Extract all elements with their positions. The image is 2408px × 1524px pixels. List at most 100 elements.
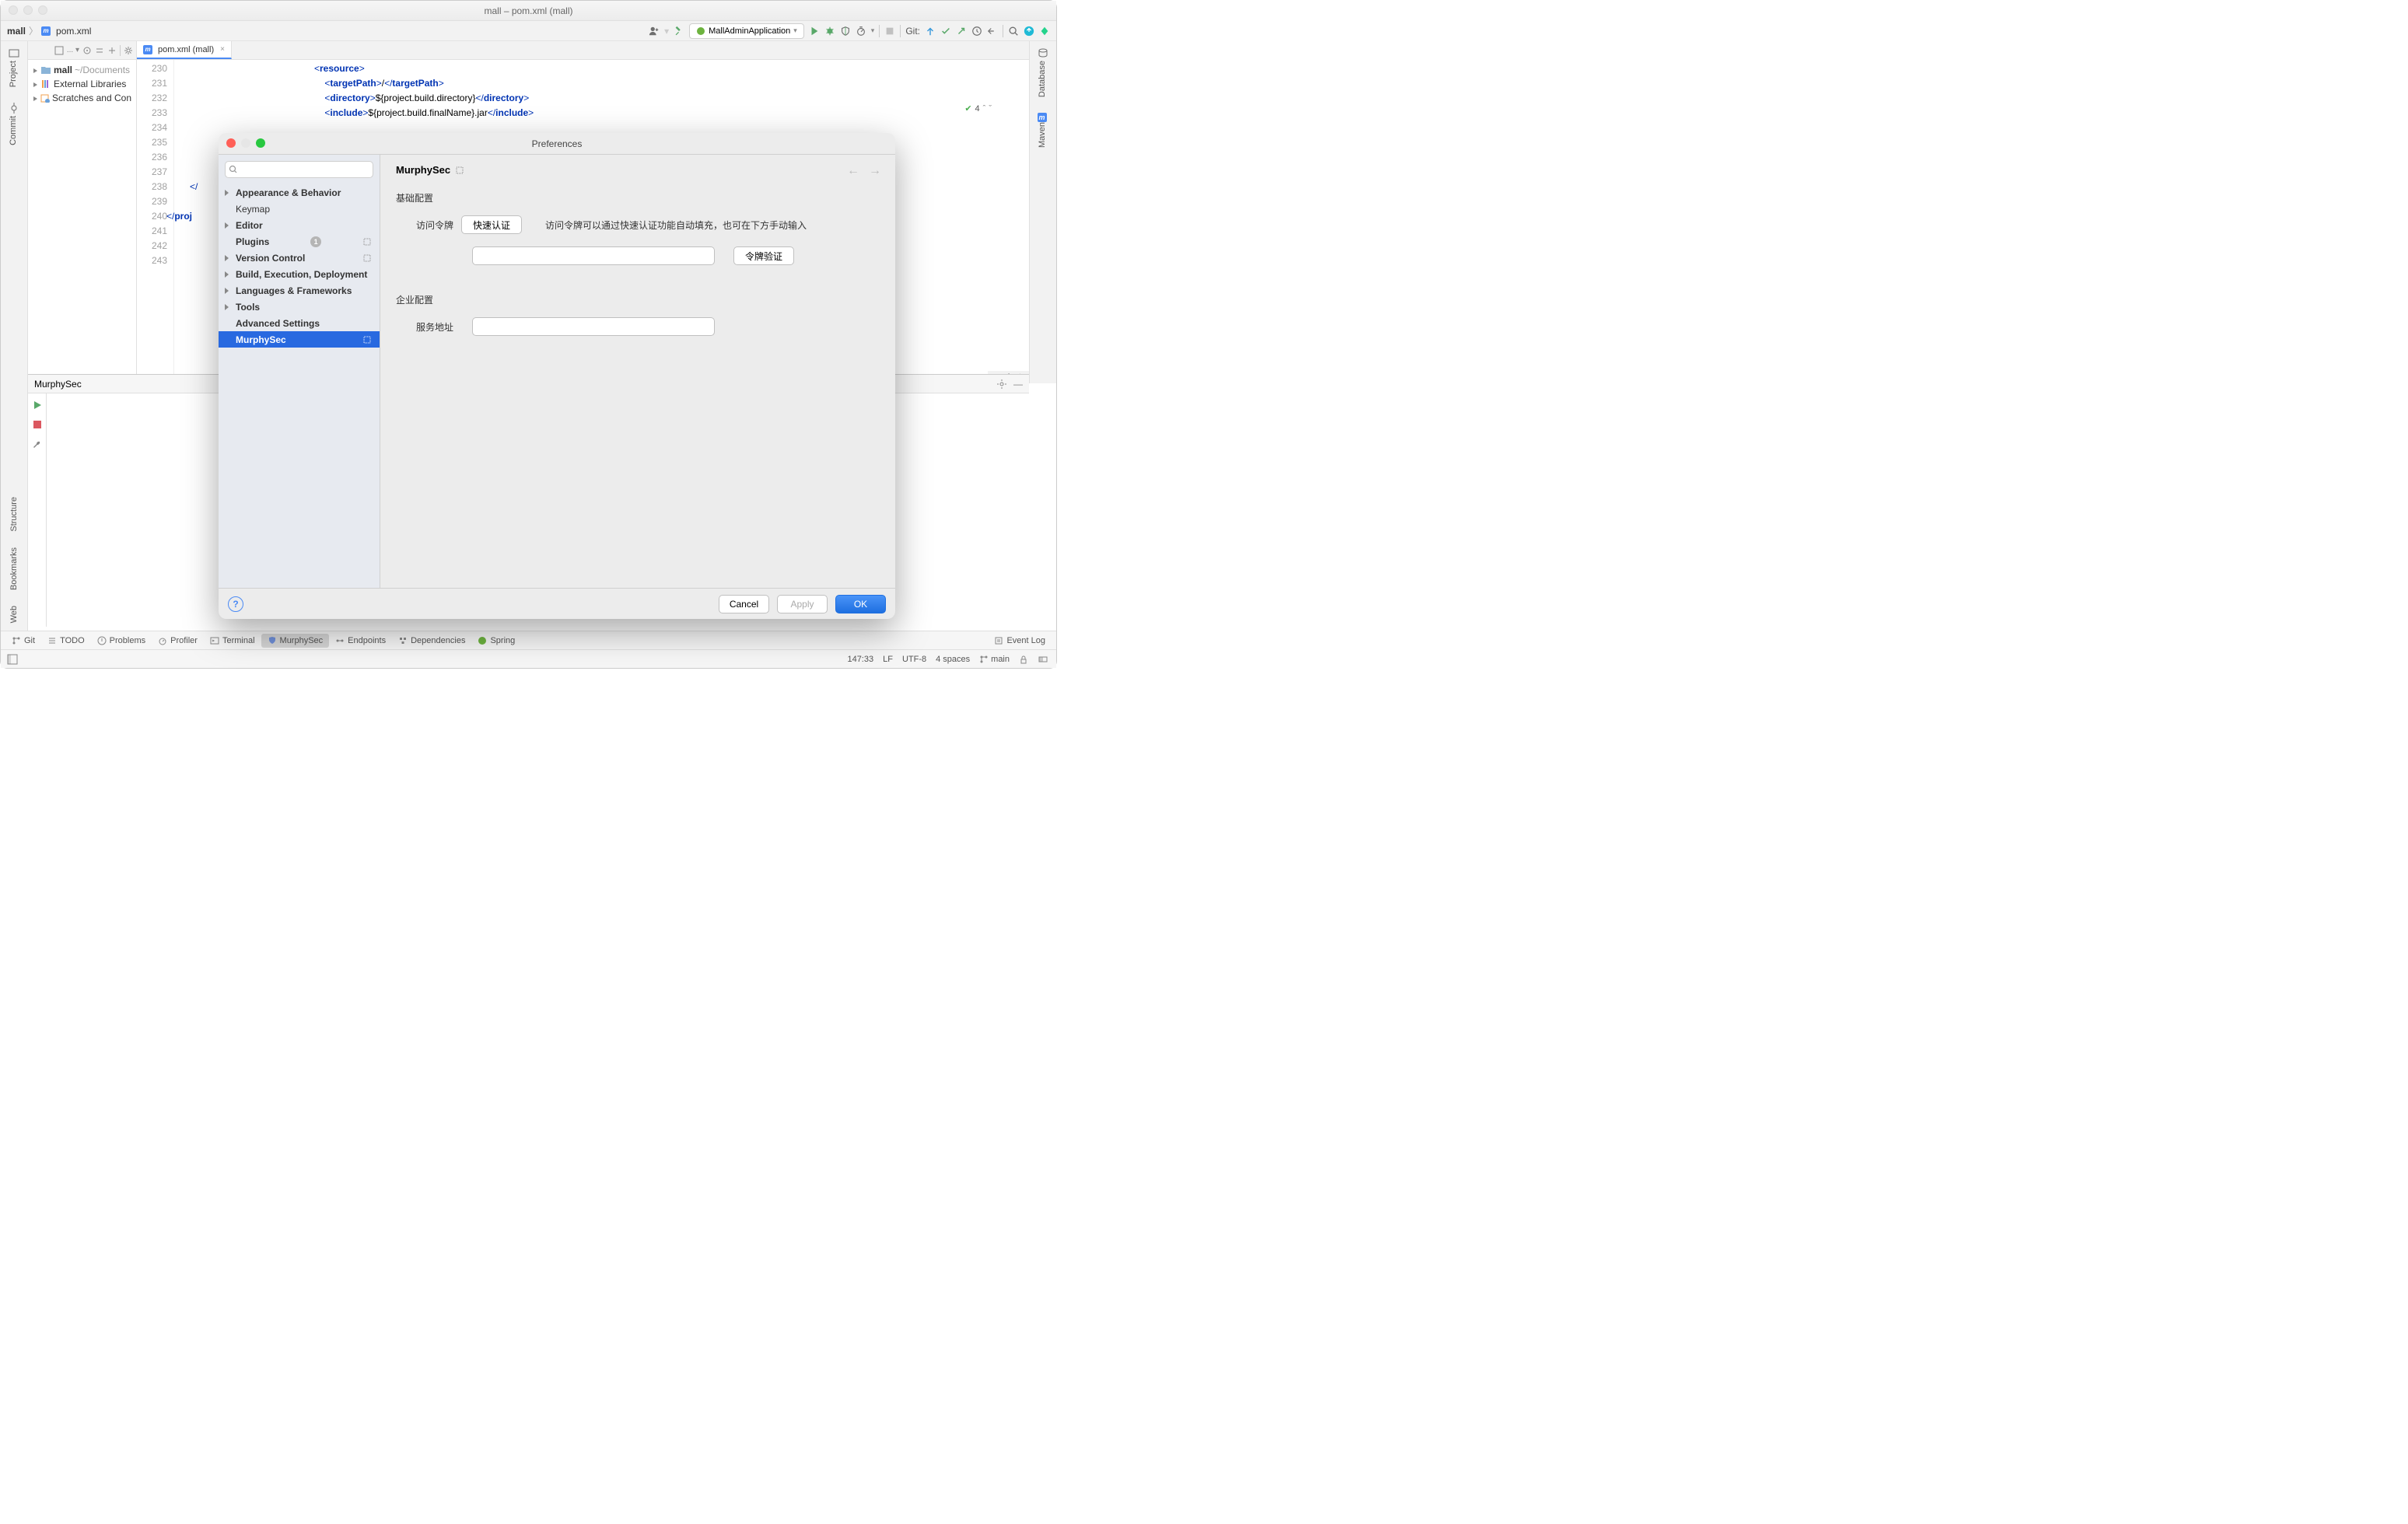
tool-eventlog[interactable]: Event Log [988,634,1052,648]
project-tree[interactable]: mall ~/Documents External Libraries Scra… [28,60,136,108]
list-icon [47,636,57,645]
close-dot[interactable] [9,5,18,15]
vcs-rollback-icon[interactable] [987,26,998,37]
gear-icon[interactable] [996,379,1007,390]
vcs-update-icon[interactable] [925,26,936,37]
ide-update-icon[interactable] [1024,26,1034,37]
run-config-selector[interactable]: MallAdminApplication ▾ [689,23,804,39]
tokenverify-button[interactable]: 令牌验证 [733,246,794,265]
tool-action-column [28,393,47,627]
dialog-close-dot[interactable] [226,138,236,148]
tree-scratches[interactable]: Scratches and Con [30,91,135,105]
collapse-all-icon[interactable] [107,46,117,55]
cat-build[interactable]: Build, Execution, Deployment [219,266,380,282]
cat-murphysec[interactable]: MurphySec [219,331,380,348]
server-input[interactable] [472,317,715,336]
cat-advanced[interactable]: Advanced Settings [219,315,380,331]
breadcrumb[interactable]: mall 〉 m pom.xml [7,24,91,37]
category-list[interactable]: Appearance & Behavior Keymap Editor Plug… [219,184,380,588]
stop-icon[interactable] [33,420,42,429]
line-ending[interactable]: LF [883,655,893,664]
expand-all-icon[interactable] [95,46,104,55]
inspection-widget[interactable]: ✔ 4 ˆ ˇ [964,103,992,114]
forward-icon[interactable]: → [869,164,881,178]
help-button[interactable]: ? [228,596,243,612]
editor-tab-pom[interactable]: m pom.xml (mall) × [137,41,232,59]
user-add-icon[interactable] [649,26,660,37]
preferences-dialog: Preferences Appearance & Behavior Keymap… [219,133,895,619]
tree-ext-libs[interactable]: External Libraries [30,77,135,91]
cat-tools[interactable]: Tools [219,299,380,315]
encoding[interactable]: UTF-8 [902,655,926,664]
cat-appearance[interactable]: Appearance & Behavior [219,184,380,201]
select-opened-icon[interactable] [54,46,64,55]
breadcrumb-project[interactable]: mall [7,26,26,37]
caret-position[interactable]: 147:33 [847,655,873,664]
wrench-icon[interactable] [32,439,43,449]
cat-plugins[interactable]: Plugins1 [219,233,380,250]
bookmarks-tab[interactable]: Bookmarks [9,547,19,590]
cancel-button[interactable]: Cancel [719,595,769,613]
back-icon[interactable]: ← [847,164,859,178]
code-with-me-icon[interactable] [1039,26,1050,37]
chevron-right-icon [33,68,38,73]
apply-button[interactable]: Apply [777,595,828,613]
minimize-dot[interactable] [23,5,33,15]
tool-dependencies[interactable]: Dependencies [392,634,471,648]
breadcrumb-file[interactable]: pom.xml [56,26,91,37]
ok-button[interactable]: OK [835,595,886,613]
settings-gear-icon[interactable] [124,46,133,55]
cat-keymap[interactable]: Keymap [219,201,380,217]
commit-tab[interactable]: Commit [9,103,19,145]
search-input[interactable] [225,161,373,178]
branch-widget[interactable]: main [979,655,1010,664]
web-tab[interactable]: Web [9,606,19,623]
lock-icon[interactable] [1019,655,1028,664]
structure-tab[interactable]: Structure [9,497,19,532]
profiler-run-icon[interactable] [856,26,866,37]
window-title: mall – pom.xml (mall) [484,5,572,16]
cat-editor[interactable]: Editor [219,217,380,233]
navigation-bar: mall 〉 m pom.xml ▾ MallAdminApplication … [1,21,1056,41]
hide-icon[interactable]: — [1013,379,1023,390]
run-icon[interactable] [32,400,43,411]
vcs-push-icon[interactable] [956,26,967,37]
toolwindows-icon[interactable] [7,654,18,665]
token-input[interactable] [472,246,715,265]
database-tab[interactable]: Database [1038,47,1048,97]
run-icon[interactable] [809,26,820,37]
coverage-icon[interactable] [840,26,851,37]
maven-tab[interactable]: mMaven [1038,113,1049,148]
zoom-dot[interactable] [38,5,47,15]
locate-icon[interactable] [82,46,92,55]
tool-profiler[interactable]: Profiler [152,634,204,648]
mem-indicator-icon[interactable] [1038,654,1048,665]
cat-lang[interactable]: Languages & Frameworks [219,282,380,299]
build-hammer-icon[interactable] [674,26,684,37]
chevron-up-icon[interactable]: ˆ [983,104,986,114]
search-everywhere-icon[interactable] [1008,26,1019,37]
cat-vcs[interactable]: Version Control [219,250,380,266]
tool-terminal[interactable]: Terminal [204,634,261,648]
chevron-down-icon[interactable]: ˇ [989,104,992,114]
tree-root[interactable]: mall ~/Documents [30,63,135,77]
tool-todo[interactable]: TODO [41,634,91,648]
close-icon[interactable]: × [220,45,225,54]
project-tab[interactable]: Project [9,47,19,87]
tool-murphysec[interactable]: MurphySec [261,634,330,648]
run-more-icon[interactable]: ▾ [871,26,875,35]
quickauth-button[interactable]: 快速认证 [461,215,522,234]
tool-spring[interactable]: Spring [471,634,521,648]
indent[interactable]: 4 spaces [936,655,970,664]
vcs-commit-icon[interactable] [940,26,951,37]
tool-problems[interactable]: Problems [91,634,152,648]
vcs-history-icon[interactable] [971,26,982,37]
folder-icon [40,65,51,75]
tool-git[interactable]: Git [5,634,41,648]
debug-icon[interactable] [824,26,835,37]
dialog-zoom-dot[interactable] [256,138,265,148]
tool-endpoints[interactable]: Endpoints [329,634,392,648]
project-view-dropdown[interactable]: ... ▾ [67,46,79,54]
dialog-min-dot [241,138,250,148]
line-gutter: 2302312322332342352362372382392402412422… [137,60,174,383]
